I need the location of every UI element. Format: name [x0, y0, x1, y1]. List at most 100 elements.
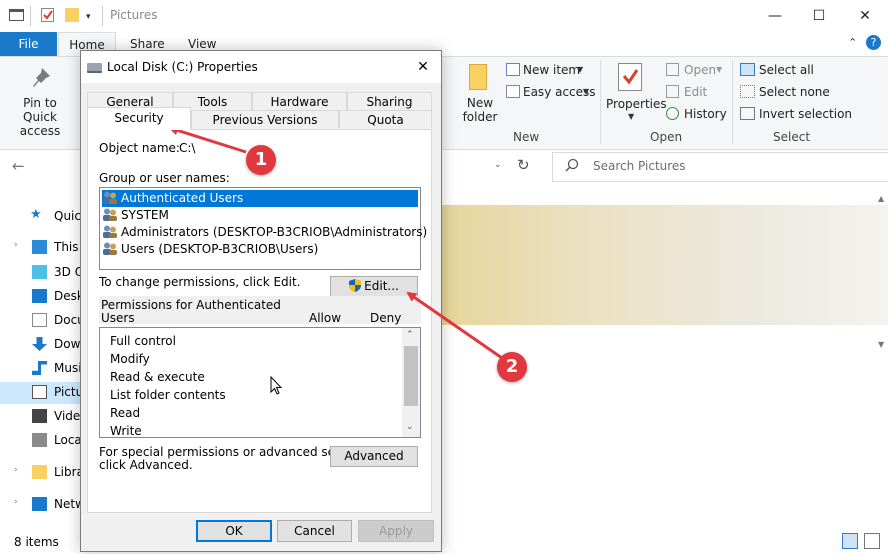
history-button[interactable]: History [684, 107, 727, 121]
cancel-button[interactable]: Cancel [277, 520, 352, 542]
edit-button[interactable]: Edit... [330, 276, 418, 297]
explorer-window-icon [9, 9, 24, 21]
object-name-label: Object name: [99, 141, 180, 155]
nav-item[interactable]: This P [0, 237, 80, 259]
properties-dropdown-icon[interactable]: ▼ [628, 112, 634, 121]
nav-item[interactable]: Musi [0, 358, 80, 380]
tab-hardware[interactable]: Hardware [252, 92, 347, 110]
nav-item-icon [32, 265, 47, 279]
user-list[interactable]: Authenticated Users SYSTEM Administrators … [99, 187, 427, 270]
easy-access-icon [506, 85, 520, 98]
collapse-ribbon-icon[interactable]: ⌃ [848, 36, 857, 49]
permission-row: Modify [110, 352, 150, 366]
nav-item-label: Desk [54, 289, 80, 303]
properties-check-icon[interactable] [41, 8, 54, 22]
dialog-close-button[interactable]: ✕ [411, 57, 435, 77]
nav-item-icon [32, 433, 47, 447]
invert-selection-button[interactable]: Invert selection [759, 107, 852, 121]
expand-chevron-icon[interactable]: › [14, 497, 18, 507]
select-none-button[interactable]: Select none [759, 85, 830, 99]
address-dropdown-icon[interactable]: ⌄ [494, 160, 502, 170]
open-dropdown-icon[interactable]: ▼ [716, 65, 722, 74]
apply-button[interactable]: Apply [358, 520, 434, 542]
properties-dialog: Local Disk (C:) Properties ✕ General Too… [80, 50, 442, 552]
refresh-icon[interactable]: ↻ [517, 156, 530, 174]
user-list-item[interactable]: SYSTEM [102, 207, 418, 224]
scroll-down-arrow-icon[interactable]: ⌄ [406, 422, 414, 432]
new-folder-button[interactable]: New folder [460, 96, 500, 124]
group-label-open: Open [650, 130, 683, 144]
nav-item[interactable]: Librai [0, 462, 80, 484]
nav-item-label: Librai [54, 465, 80, 479]
deny-column-header: Deny [370, 311, 402, 325]
group-label-new: New [513, 130, 540, 144]
permissions-for-label-line2: Users [101, 311, 135, 325]
nav-item[interactable]: Vide [0, 406, 80, 428]
nav-item[interactable]: ★ Quick [0, 206, 80, 228]
nav-item[interactable]: Docu [0, 310, 80, 332]
nav-item-label: Docu [54, 313, 80, 327]
user-list-item[interactable]: Administrators (DESKTOP-B3CRIOB\Administ… [102, 224, 427, 241]
edit-ribbon-button[interactable]: Edit [684, 85, 707, 99]
open-icon [666, 63, 679, 76]
tab-file[interactable]: File [0, 32, 57, 56]
nav-item[interactable]: Pictu [0, 382, 80, 404]
user-list-item[interactable]: Authenticated Users [102, 190, 418, 207]
star-icon: ★ [30, 207, 42, 222]
permissions-list[interactable]: Full control Modify Read & execute List fol… [99, 327, 421, 438]
title-separator [102, 6, 103, 26]
pin-quick-access-button[interactable]: Pin to Quick access [5, 96, 75, 138]
user-group-icon [102, 208, 118, 221]
tab-previous-versions[interactable]: Previous Versions [191, 110, 339, 128]
user-name: Authenticated Users [121, 191, 244, 205]
expand-chevron-icon[interactable]: › [14, 240, 18, 250]
tab-quota[interactable]: Quota [339, 110, 432, 128]
nav-item[interactable]: Netw [0, 494, 80, 516]
scroll-thumb[interactable] [404, 346, 418, 406]
nav-item[interactable]: Dow [0, 334, 80, 356]
new-folder-qat-icon[interactable] [65, 8, 79, 22]
search-box[interactable]: Search Pictures [552, 152, 888, 182]
pin-icon [30, 66, 52, 93]
nav-item-icon [32, 465, 47, 479]
nav-item[interactable]: Loca [0, 430, 80, 452]
close-button[interactable]: ✕ [842, 0, 888, 32]
minimize-button[interactable]: — [752, 0, 798, 32]
scroll-down-icon[interactable]: ▼ [878, 340, 884, 349]
open-button[interactable]: Open [684, 63, 716, 77]
new-item-dropdown-icon[interactable]: ▼ [577, 65, 583, 74]
nav-item-icon [32, 289, 47, 303]
permissions-scrollbar[interactable]: ⌃ ⌄ [402, 328, 420, 437]
special-permissions-text-line2: click Advanced. [99, 458, 193, 472]
allow-column-header: Allow [309, 311, 342, 325]
expand-chevron-icon[interactable]: › [14, 465, 18, 475]
new-item-button[interactable]: New item [523, 63, 580, 77]
search-input[interactable]: Search Pictures [593, 159, 686, 173]
scroll-up-icon[interactable]: ▲ [878, 194, 884, 203]
nav-item[interactable]: Desk [0, 286, 80, 308]
nav-item-icon [32, 240, 47, 254]
dialog-title: Local Disk (C:) Properties [107, 60, 258, 74]
tab-security[interactable]: Security [87, 107, 191, 130]
advanced-button[interactable]: Advanced [330, 446, 418, 467]
maximize-button[interactable]: ☐ [796, 0, 842, 32]
tab-sharing[interactable]: Sharing [347, 92, 432, 110]
ok-button[interactable]: OK [196, 520, 272, 542]
select-all-button[interactable]: Select all [759, 63, 814, 77]
properties-button[interactable]: Properties [606, 97, 667, 111]
annotation-marker-2: 2 [497, 352, 527, 382]
nav-item-label: Dow [54, 337, 80, 351]
help-icon[interactable]: ? [866, 35, 881, 50]
large-icons-view-icon[interactable] [864, 533, 880, 549]
edit-button-label: Edit... [364, 279, 399, 293]
nav-item-label: Loca [54, 433, 80, 447]
easy-access-dropdown-icon[interactable]: ▼ [583, 87, 589, 96]
invert-selection-icon [740, 107, 755, 120]
explorer-title: Pictures [110, 8, 158, 22]
details-view-icon[interactable] [842, 533, 858, 549]
user-list-item[interactable]: Users (DESKTOP-B3CRIOB\Users) [102, 241, 418, 258]
nav-item[interactable]: 3D O [0, 262, 80, 284]
customize-qat-icon[interactable]: ▾ [86, 12, 91, 22]
back-arrow-icon[interactable]: ← [12, 157, 25, 175]
scroll-up-arrow-icon[interactable]: ⌃ [406, 330, 414, 340]
